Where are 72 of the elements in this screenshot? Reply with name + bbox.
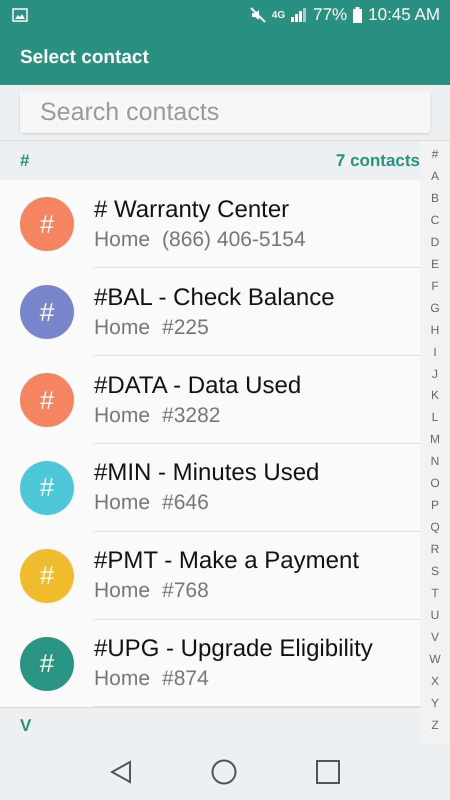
section-letter: V — [20, 716, 32, 736]
contact-avatar: # — [20, 285, 74, 340]
index-letter[interactable]: R — [430, 542, 440, 556]
contact-count: 7 contacts — [336, 150, 420, 171]
contact-avatar: # — [20, 548, 74, 603]
phone-number: (866) 406-5154 — [162, 228, 306, 252]
contact-name: #MIN - Minutes Used — [94, 459, 320, 488]
phone-label: Home — [94, 228, 150, 252]
index-letter[interactable]: K — [430, 388, 439, 402]
battery-percent: 77% — [313, 5, 348, 25]
contact-name: #DATA - Data Used — [94, 372, 302, 400]
index-letter[interactable]: C — [430, 212, 440, 227]
contact-name: #PMT - Make a Payment — [94, 547, 360, 576]
index-letter[interactable]: X — [430, 674, 439, 688]
signal-icon — [291, 8, 308, 22]
index-letter[interactable]: W — [429, 652, 441, 666]
phone-label: Home — [94, 491, 150, 516]
index-letter[interactable]: V — [430, 630, 439, 644]
index-letter[interactable]: Q — [430, 520, 440, 534]
index-letter[interactable]: P — [430, 498, 439, 512]
phone-label: Home — [94, 404, 150, 428]
phone-label: Home — [94, 667, 150, 692]
picture-icon — [12, 8, 28, 22]
index-letter[interactable]: H — [430, 322, 440, 337]
contact-row[interactable]: # #MIN - Minutes Used Home #646 — [0, 444, 420, 532]
phone-number: #225 — [162, 316, 209, 340]
index-letter[interactable]: A — [430, 168, 439, 183]
network-type: 4G — [272, 10, 286, 20]
search-field[interactable]: Search contacts — [20, 91, 430, 133]
phone-label: Home — [94, 316, 150, 340]
clock: 10:45 AM — [368, 5, 440, 25]
phone-number: #874 — [162, 667, 209, 692]
contact-avatar: # — [20, 197, 74, 252]
index-letter[interactable]: J — [432, 366, 438, 381]
contact-name: # Warranty Center — [94, 196, 290, 224]
index-letter[interactable]: U — [430, 608, 440, 622]
contact-avatar: # — [20, 373, 74, 428]
back-icon[interactable] — [110, 760, 132, 784]
index-letter[interactable]: Z — [431, 718, 439, 732]
contact-avatar: # — [20, 460, 74, 515]
mute-icon — [250, 7, 266, 23]
battery-icon — [353, 7, 362, 23]
index-letter[interactable]: # — [432, 147, 438, 161]
screen-title: Select contact — [20, 46, 149, 68]
index-letter[interactable]: O — [430, 476, 440, 490]
contact-row[interactable]: # #BAL - Check Balance Home #225 — [0, 268, 420, 356]
section-letter: # — [20, 150, 30, 171]
contact-row[interactable]: # #PMT - Make a Payment Home #768 — [0, 532, 420, 620]
index-letter[interactable]: I — [433, 344, 437, 359]
index-letter[interactable]: Y — [430, 696, 439, 710]
index-letter[interactable]: T — [431, 586, 439, 600]
contact-name: #UPG - Upgrade Eligibility — [94, 635, 374, 664]
contact-name: #BAL - Check Balance — [94, 284, 336, 312]
index-letter[interactable]: M — [430, 432, 440, 446]
index-letter[interactable]: L — [432, 410, 438, 424]
phone-number: #3282 — [162, 404, 220, 428]
index-letter[interactable]: B — [430, 190, 439, 205]
contact-row[interactable]: # #UPG - Upgrade Eligibility Home #874 — [0, 620, 420, 708]
contact-row[interactable]: # #DATA - Data Used Home #3282 — [0, 356, 420, 444]
phone-label: Home — [94, 579, 150, 604]
index-letter[interactable]: N — [430, 454, 440, 468]
recents-icon[interactable] — [316, 760, 340, 784]
index-letter[interactable]: E — [430, 256, 439, 271]
phone-number: #646 — [162, 491, 209, 516]
index-letter[interactable]: D — [430, 234, 440, 249]
index-letter[interactable]: F — [431, 278, 439, 293]
index-letter[interactable]: G — [430, 300, 440, 315]
home-icon[interactable] — [210, 759, 237, 785]
contact-avatar: # — [20, 636, 74, 691]
contact-row[interactable]: # # Warranty Center Home (866) 406-5154 — [0, 180, 420, 268]
index-letter[interactable]: S — [430, 564, 439, 578]
phone-number: #768 — [162, 579, 209, 604]
